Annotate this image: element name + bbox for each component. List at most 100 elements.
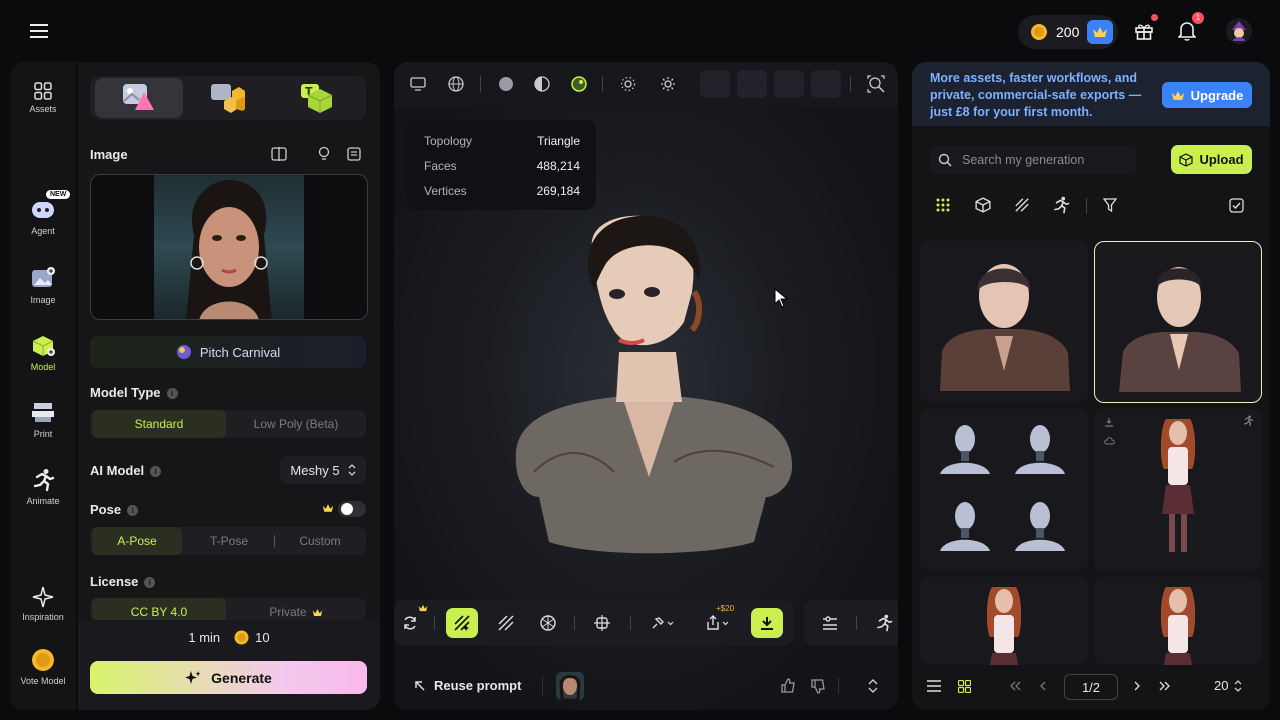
generate-button[interactable]: Generate — [90, 661, 367, 694]
export-dropdown[interactable]: +$20 — [698, 604, 738, 638]
lightbulb-icon[interactable] — [316, 146, 332, 162]
map-slot-3[interactable] — [774, 70, 804, 98]
cursor-icon — [774, 288, 788, 308]
bell-icon[interactable]: 1 — [1176, 12, 1204, 42]
tab-multi-image[interactable] — [184, 78, 272, 118]
texture-lines-icon[interactable] — [490, 608, 522, 638]
wireframe-sphere-icon[interactable] — [444, 74, 468, 94]
remesh-icon[interactable] — [532, 608, 564, 638]
rail-image[interactable]: Image — [10, 267, 76, 305]
asset-card[interactable] — [920, 577, 1088, 665]
prev-page-icon[interactable] — [1039, 681, 1046, 691]
animation-icon[interactable] — [1052, 196, 1070, 214]
rail-vote-model[interactable]: Vote Model — [10, 648, 76, 686]
asset-card[interactable] — [920, 409, 1088, 571]
ai-model-select[interactable]: Meshy 5 — [280, 456, 366, 484]
half-sphere-icon[interactable] — [530, 74, 554, 94]
license-cc-by[interactable]: CC BY 4.0 — [92, 598, 226, 620]
solid-sphere-icon[interactable] — [494, 74, 518, 94]
info-icon[interactable]: i — [127, 505, 139, 517]
rail-agent[interactable]: NEW Agent — [10, 190, 76, 236]
pose-custom[interactable]: Custom — [276, 527, 364, 555]
map-slot-1[interactable] — [700, 70, 730, 98]
pin-dropdown[interactable] — [642, 608, 682, 638]
retexture-icon[interactable] — [394, 604, 428, 638]
upgrade-button[interactable]: Upgrade — [1162, 82, 1252, 108]
tab-image-to-3d[interactable] — [95, 78, 183, 118]
textured-sphere-icon[interactable] — [567, 74, 591, 94]
cube-icon[interactable] — [975, 197, 991, 213]
asset-card[interactable] — [1094, 577, 1262, 665]
divider — [1086, 198, 1087, 214]
compare-icon[interactable] — [270, 146, 288, 162]
pose-a-pose[interactable]: A-Pose — [92, 527, 182, 555]
grid-view-icon[interactable] — [958, 680, 971, 693]
asset-card[interactable] — [920, 241, 1088, 403]
filter-icon[interactable] — [1103, 198, 1117, 212]
filter-row — [912, 194, 1270, 218]
light-icon[interactable] — [656, 74, 680, 94]
credits-pill[interactable]: 200 — [1018, 15, 1118, 49]
gift-icon[interactable] — [1133, 14, 1158, 42]
info-icon[interactable]: i — [150, 466, 162, 478]
zoom-fit-icon[interactable] — [864, 74, 888, 94]
map-slot-2[interactable] — [737, 70, 767, 98]
coin-icon — [1030, 23, 1048, 41]
texture-icon[interactable] — [1014, 197, 1030, 213]
grid-icon — [34, 82, 52, 100]
license-private[interactable]: Private — [228, 598, 364, 620]
reuse-prompt-button[interactable]: Reuse prompt — [414, 678, 521, 693]
style-chip[interactable]: Pitch Carnival — [90, 336, 366, 368]
pose-t-pose[interactable]: T-Pose — [184, 527, 274, 555]
list-view-icon[interactable] — [927, 680, 941, 692]
transform-icon[interactable] — [586, 608, 618, 638]
asset-card[interactable] — [1094, 409, 1262, 571]
sliders-icon[interactable] — [814, 608, 846, 638]
dots-grid-icon[interactable] — [936, 198, 950, 212]
avatar[interactable] — [1226, 18, 1252, 44]
asset-card-selected[interactable] — [1094, 241, 1262, 403]
notes-icon[interactable] — [346, 146, 362, 162]
rail-animate[interactable]: Animate — [10, 468, 76, 506]
3d-model-render[interactable] — [504, 212, 794, 562]
first-page-icon[interactable] — [1010, 681, 1021, 691]
thumbs-down-icon[interactable] — [810, 678, 826, 694]
license-private-label: Private — [269, 605, 307, 619]
model-type-low-poly[interactable]: Low Poly (Beta) — [228, 410, 364, 438]
info-icon[interactable]: i — [166, 388, 178, 400]
license-toggle: CC BY 4.0 Private — [90, 598, 366, 620]
page-indicator[interactable]: 1/2 — [1064, 674, 1118, 700]
divider — [274, 535, 275, 547]
last-page-icon[interactable] — [1159, 681, 1170, 691]
upload-button[interactable]: Upload — [1171, 145, 1252, 174]
uploaded-image-preview[interactable] — [90, 174, 368, 320]
rail-print[interactable]: Print — [10, 401, 76, 439]
download-small-icon[interactable] — [1104, 417, 1114, 427]
info-icon[interactable]: i — [144, 577, 156, 589]
crown-icon[interactable] — [1087, 20, 1114, 44]
source-image-thumb[interactable] — [556, 672, 584, 700]
rail-model[interactable]: Model — [10, 334, 76, 372]
search-box[interactable]: Search my generation — [930, 146, 1136, 174]
light-dim-icon[interactable] — [616, 74, 640, 94]
chevron-updown-icon[interactable] — [868, 679, 878, 693]
map-slot-4[interactable] — [811, 70, 841, 98]
thumbs-up-icon[interactable] — [780, 678, 796, 694]
next-page-icon[interactable] — [1134, 681, 1141, 691]
pose-toggle[interactable] — [338, 501, 366, 517]
3d-viewport[interactable]: Topology Triangle Faces 488,214 Vertices 26… — [394, 62, 898, 710]
search-input[interactable]: Search my generation — [962, 153, 1084, 167]
menu-icon[interactable] — [28, 22, 50, 40]
rail-assets[interactable]: Assets — [10, 82, 76, 114]
texture-brush-button[interactable] — [446, 608, 478, 638]
select-checkbox-icon[interactable] — [1229, 198, 1244, 213]
model-type-standard[interactable]: Standard — [92, 410, 226, 438]
animation-small-icon[interactable] — [1242, 415, 1254, 427]
download-button[interactable] — [751, 608, 783, 638]
rail-inspiration[interactable]: Inspiration — [10, 586, 76, 622]
animate-icon[interactable] — [868, 608, 898, 638]
tab-text-to-3d[interactable]: T — [273, 78, 361, 118]
divider — [630, 616, 631, 630]
per-page-select[interactable]: 20 — [1214, 678, 1242, 693]
monitor-icon[interactable] — [406, 74, 430, 94]
